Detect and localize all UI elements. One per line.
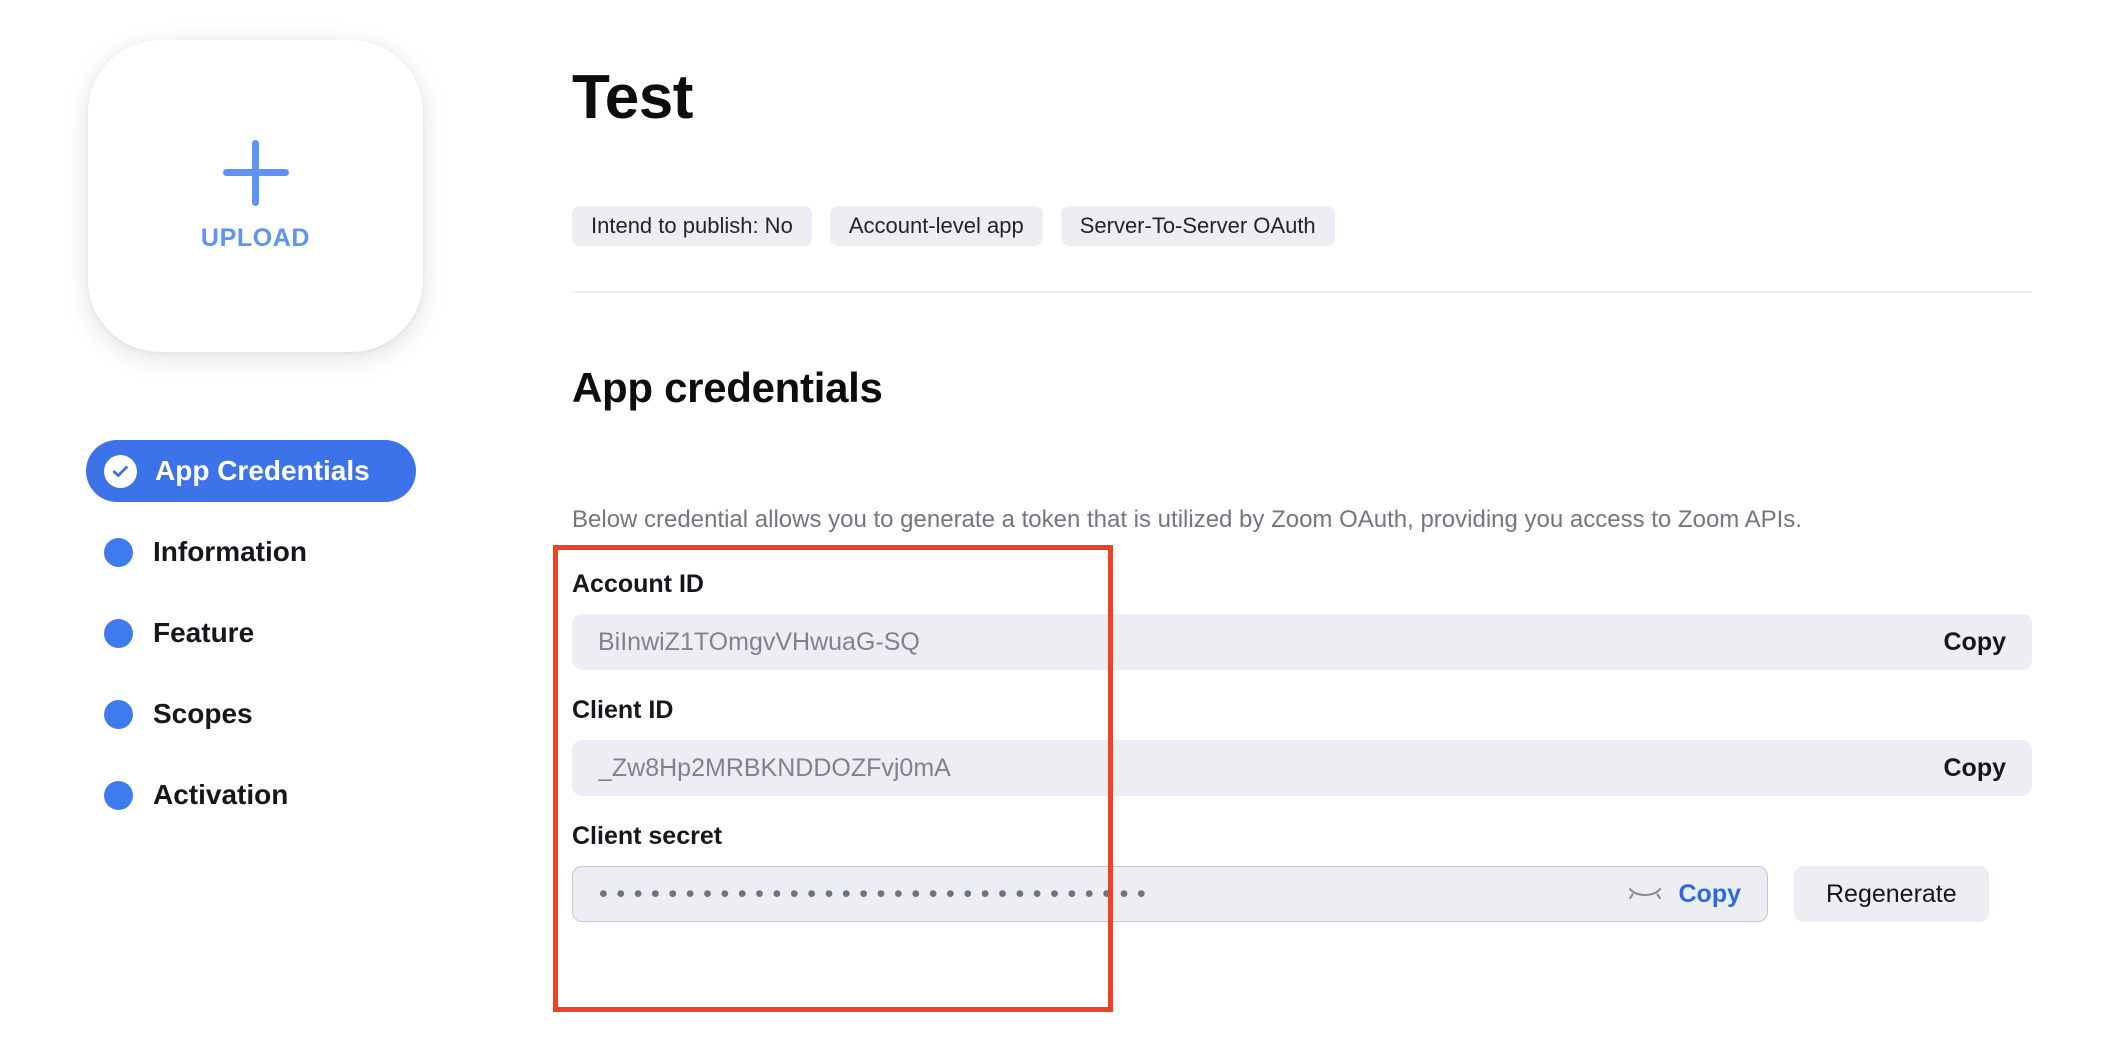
dot-icon xyxy=(104,537,133,567)
upload-app-icon-card[interactable]: UPLOAD xyxy=(88,40,423,352)
sidebar-item-label: Activation xyxy=(153,779,289,810)
page-title: Test xyxy=(572,63,693,132)
field-client-id: Client ID _Zw8Hp2MRBKNDDOZFvj0mA Copy xyxy=(572,696,2032,796)
badge-intend-to-publish: Intend to publish: No xyxy=(572,206,812,246)
client-secret-label: Client secret xyxy=(572,822,723,850)
copy-client-secret-button[interactable]: Copy xyxy=(1679,880,1742,909)
dot-icon xyxy=(104,618,133,648)
upload-label: UPLOAD xyxy=(200,223,311,252)
client-secret-row: •••••••••••••••••••••••••••••••• Copy xyxy=(572,866,1768,922)
field-account-id: Account ID BiInwiZ1TOmgvVHwuaG-SQ Copy xyxy=(572,570,2032,670)
sidebar-nav: App Credentials Information Feature Scop… xyxy=(86,440,486,845)
main-content: Test Intend to publish: No Account-level… xyxy=(572,0,2128,1060)
sidebar-item-scopes[interactable]: Scopes xyxy=(86,683,486,745)
account-id-row: BiInwiZ1TOmgvVHwuaG-SQ Copy xyxy=(572,614,2032,670)
section-description: Below credential allows you to generate … xyxy=(572,506,1802,533)
sidebar-item-activation[interactable]: Activation xyxy=(86,764,486,826)
copy-account-id-button[interactable]: Copy xyxy=(1944,628,2007,657)
copy-client-id-button[interactable]: Copy xyxy=(1944,754,2007,783)
sidebar-item-label: Information xyxy=(153,536,307,567)
client-id-row: _Zw8Hp2MRBKNDDOZFvj0mA Copy xyxy=(572,740,2032,796)
client-id-label: Client ID xyxy=(572,696,674,724)
credentials-fields: Account ID BiInwiZ1TOmgvVHwuaG-SQ Copy C… xyxy=(572,570,2032,948)
sidebar-item-information[interactable]: Information xyxy=(86,521,486,583)
app-credentials-page: UPLOAD App Credentials Information Featu… xyxy=(0,0,2128,1060)
field-client-secret: Client secret ••••••••••••••••••••••••••… xyxy=(572,822,2032,922)
dot-icon xyxy=(104,699,133,729)
client-secret-row-wrap: •••••••••••••••••••••••••••••••• Copy Re… xyxy=(572,866,2032,922)
regenerate-secret-button[interactable]: Regenerate xyxy=(1794,866,1989,922)
badge-app-type: Server-To-Server OAuth xyxy=(1060,206,1335,246)
client-id-value: _Zw8Hp2MRBKNDDOZFvj0mA xyxy=(598,753,951,782)
account-id-label: Account ID xyxy=(572,570,704,598)
client-secret-value: •••••••••••••••••••••••••••••••• xyxy=(599,881,1155,907)
sidebar-item-feature[interactable]: Feature xyxy=(86,602,486,664)
app-meta-badges: Intend to publish: No Account-level app … xyxy=(572,206,1335,246)
sidebar: UPLOAD App Credentials Information Featu… xyxy=(0,0,520,1060)
eye-closed-icon[interactable] xyxy=(1627,883,1663,905)
sidebar-item-label: Scopes xyxy=(153,698,253,729)
check-circle-icon xyxy=(104,454,137,488)
header-divider xyxy=(572,291,2032,293)
badge-app-level: Account-level app xyxy=(829,206,1043,246)
sidebar-item-label: App Credentials xyxy=(155,455,370,486)
plus-icon xyxy=(222,139,289,206)
sidebar-item-app-credentials[interactable]: App Credentials xyxy=(86,440,416,502)
dot-icon xyxy=(104,780,133,810)
sidebar-item-label: Feature xyxy=(153,617,255,648)
section-title: App credentials xyxy=(572,364,883,411)
account-id-value: BiInwiZ1TOmgvVHwuaG-SQ xyxy=(598,627,920,656)
